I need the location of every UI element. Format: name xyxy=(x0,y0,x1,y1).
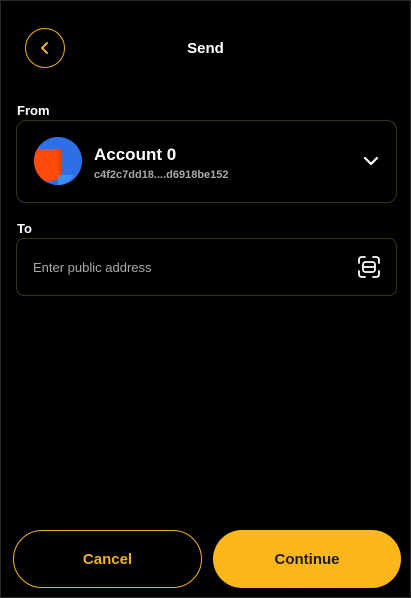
send-screen: Send From Account 0 c4f2c7dd18....d6918b… xyxy=(0,0,411,598)
account-selector[interactable]: Account 0 c4f2c7dd18....d6918be152 xyxy=(16,120,397,203)
to-label: To xyxy=(17,221,32,236)
qr-scan-icon[interactable] xyxy=(357,255,381,279)
address-field xyxy=(16,238,397,296)
chevron-down-icon[interactable] xyxy=(362,152,380,170)
page-title: Send xyxy=(187,40,224,57)
account-name: Account 0 xyxy=(94,145,177,164)
account-address: c4f2c7dd18....d6918be152 xyxy=(94,169,229,181)
address-input[interactable] xyxy=(33,257,333,277)
continue-button[interactable]: Continue xyxy=(213,530,401,588)
cancel-button[interactable]: Cancel xyxy=(13,530,202,588)
from-label: From xyxy=(17,103,50,118)
avatar xyxy=(34,137,82,185)
